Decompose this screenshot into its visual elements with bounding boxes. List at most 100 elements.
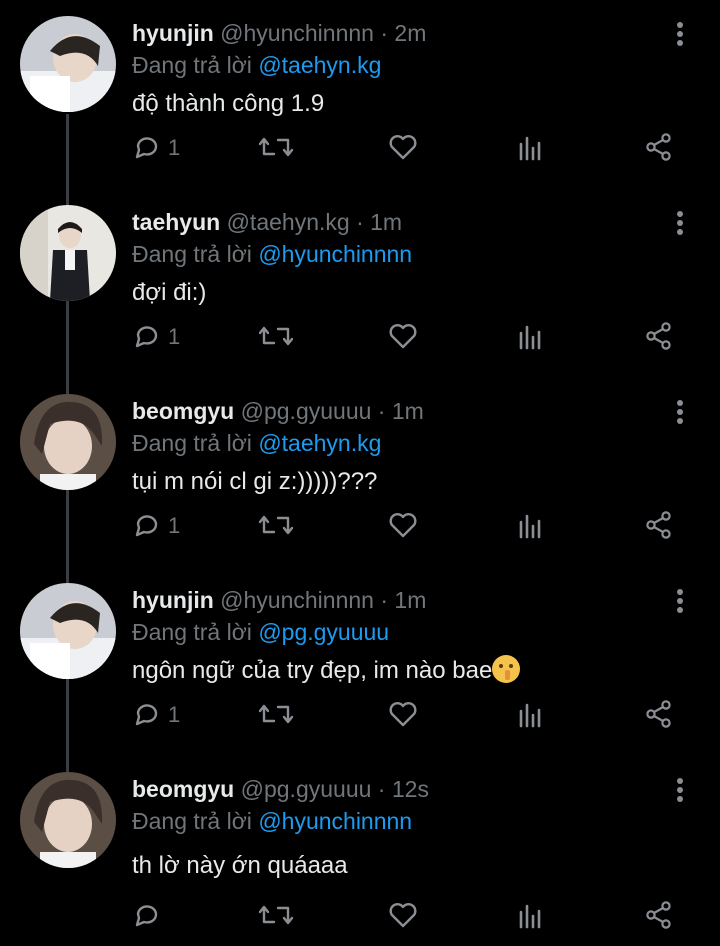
more-options-icon[interactable] (668, 774, 692, 806)
reply-context: Đang trả lời @pg.gyuuuu (132, 617, 389, 647)
avatar[interactable] (20, 394, 116, 490)
heart-icon (389, 135, 417, 160)
tweet[interactable]: beomgyu @pg.gyuuuu · 12s Đang trả lời @h… (0, 756, 720, 945)
reply-mention[interactable]: @taehyn.kg (258, 52, 381, 78)
reply-mention[interactable]: @taehyn.kg (258, 430, 381, 456)
reply-mention[interactable]: @hyunchinnnn (258, 241, 412, 267)
username[interactable]: @hyunchinnnn (220, 20, 374, 46)
retweet-icon (258, 137, 294, 157)
separator-dot: · (356, 209, 364, 235)
analytics-button[interactable] (518, 506, 548, 546)
more-options-icon[interactable] (668, 207, 692, 239)
username[interactable]: @pg.gyuuuu (241, 398, 372, 424)
reply-button[interactable]: 1 (132, 317, 192, 357)
avatar[interactable] (20, 772, 116, 868)
avatar[interactable] (20, 583, 116, 679)
tweet-text-content: ngôn ngữ của try đẹp, im nào bae (132, 657, 493, 684)
retweet-icon (258, 326, 294, 346)
share-button[interactable] (644, 317, 676, 357)
reply-button[interactable]: 1 (132, 128, 192, 168)
retweet-button[interactable] (258, 896, 298, 936)
tweet-header: taehyun @taehyn.kg · 1m (132, 207, 402, 237)
like-button[interactable] (388, 506, 424, 546)
timestamp[interactable]: 1m (394, 587, 426, 613)
reply-icon (135, 137, 158, 159)
tweet-text: độ thành công 1.9 (132, 90, 325, 117)
separator-dot: · (377, 398, 386, 424)
more-options-icon[interactable] (668, 396, 692, 428)
analytics-icon (519, 136, 541, 161)
tweet-text: ngôn ngữ của try đẹp, im nào bae (132, 655, 521, 687)
reply-mention[interactable]: @hyunchinnnn (258, 808, 412, 834)
username[interactable]: @pg.gyuuuu (241, 776, 372, 802)
more-options-icon[interactable] (668, 585, 692, 617)
tweet[interactable]: hyunjin @hyunchinnnn · 2m Đang trả lời @… (0, 0, 720, 189)
retweet-button[interactable] (258, 695, 298, 735)
display-name[interactable]: taehyun (132, 209, 220, 235)
timestamp[interactable]: 1m (370, 209, 402, 235)
share-button[interactable] (644, 128, 676, 168)
like-button[interactable] (388, 896, 424, 936)
tweet-text: đợi đi:) (132, 279, 207, 306)
timestamp[interactable]: 1m (392, 398, 424, 424)
timestamp[interactable]: 12s (392, 776, 429, 802)
username[interactable]: @taehyn.kg (227, 209, 350, 235)
tweet-text: tụi m nói cl gi z:)))))??? (132, 468, 378, 495)
like-button[interactable] (388, 317, 424, 357)
separator-dot: · (377, 776, 386, 802)
reply-mention[interactable]: @pg.gyuuuu (258, 619, 389, 645)
heart-icon (389, 903, 417, 928)
like-button[interactable] (388, 695, 424, 735)
reply-count: 1 (168, 324, 181, 349)
reply-prefix: Đang trả lời (132, 241, 252, 267)
tweet-header: hyunjin @hyunchinnnn · 2m (132, 18, 426, 48)
retweet-icon (258, 704, 294, 724)
avatar[interactable] (20, 16, 116, 112)
separator-dot: · (380, 587, 389, 613)
analytics-button[interactable] (518, 317, 548, 357)
tweet[interactable]: beomgyu @pg.gyuuuu · 1m Đang trả lời @ta… (0, 378, 720, 567)
reply-context: Đang trả lời @taehyn.kg (132, 428, 381, 458)
share-icon (646, 511, 671, 539)
reply-icon (135, 905, 158, 927)
retweet-button[interactable] (258, 128, 298, 168)
reply-icon (135, 515, 158, 537)
share-icon (646, 700, 671, 728)
share-button[interactable] (644, 695, 676, 735)
tweet-header: hyunjin @hyunchinnnn · 1m (132, 585, 426, 615)
display-name[interactable]: hyunjin (132, 587, 214, 613)
retweet-button[interactable] (258, 317, 298, 357)
reply-context: Đang trả lời @hyunchinnnn (132, 239, 412, 269)
reply-button[interactable]: 1 (132, 506, 192, 546)
reply-count: 1 (168, 135, 181, 160)
retweet-icon (258, 905, 294, 925)
tweet-header: beomgyu @pg.gyuuuu · 1m (132, 396, 424, 426)
analytics-icon (519, 703, 541, 728)
retweet-button[interactable] (258, 506, 298, 546)
analytics-icon (519, 904, 541, 929)
share-button[interactable] (644, 896, 676, 936)
reply-button[interactable] (132, 896, 192, 936)
tweet[interactable]: taehyun @taehyn.kg · 1m Đang trả lời @hy… (0, 189, 720, 378)
analytics-icon (519, 325, 541, 350)
timestamp[interactable]: 2m (394, 20, 426, 46)
reply-icon (135, 704, 158, 726)
display-name[interactable]: beomgyu (132, 776, 234, 802)
reply-context: Đang trả lời @taehyn.kg (132, 50, 381, 80)
tweet[interactable]: hyunjin @hyunchinnnn · 1m Đang trả lời @… (0, 567, 720, 756)
reply-prefix: Đang trả lời (132, 430, 252, 456)
display-name[interactable]: hyunjin (132, 20, 214, 46)
share-button[interactable] (644, 506, 676, 546)
avatar[interactable] (20, 205, 116, 301)
analytics-button[interactable] (518, 896, 548, 936)
heart-icon (389, 513, 417, 538)
analytics-icon (519, 514, 541, 539)
analytics-button[interactable] (518, 128, 548, 168)
more-options-icon[interactable] (668, 18, 692, 50)
analytics-button[interactable] (518, 695, 548, 735)
share-icon (646, 322, 671, 350)
username[interactable]: @hyunchinnnn (220, 587, 374, 613)
reply-button[interactable]: 1 (132, 695, 192, 735)
display-name[interactable]: beomgyu (132, 398, 234, 424)
like-button[interactable] (388, 128, 424, 168)
